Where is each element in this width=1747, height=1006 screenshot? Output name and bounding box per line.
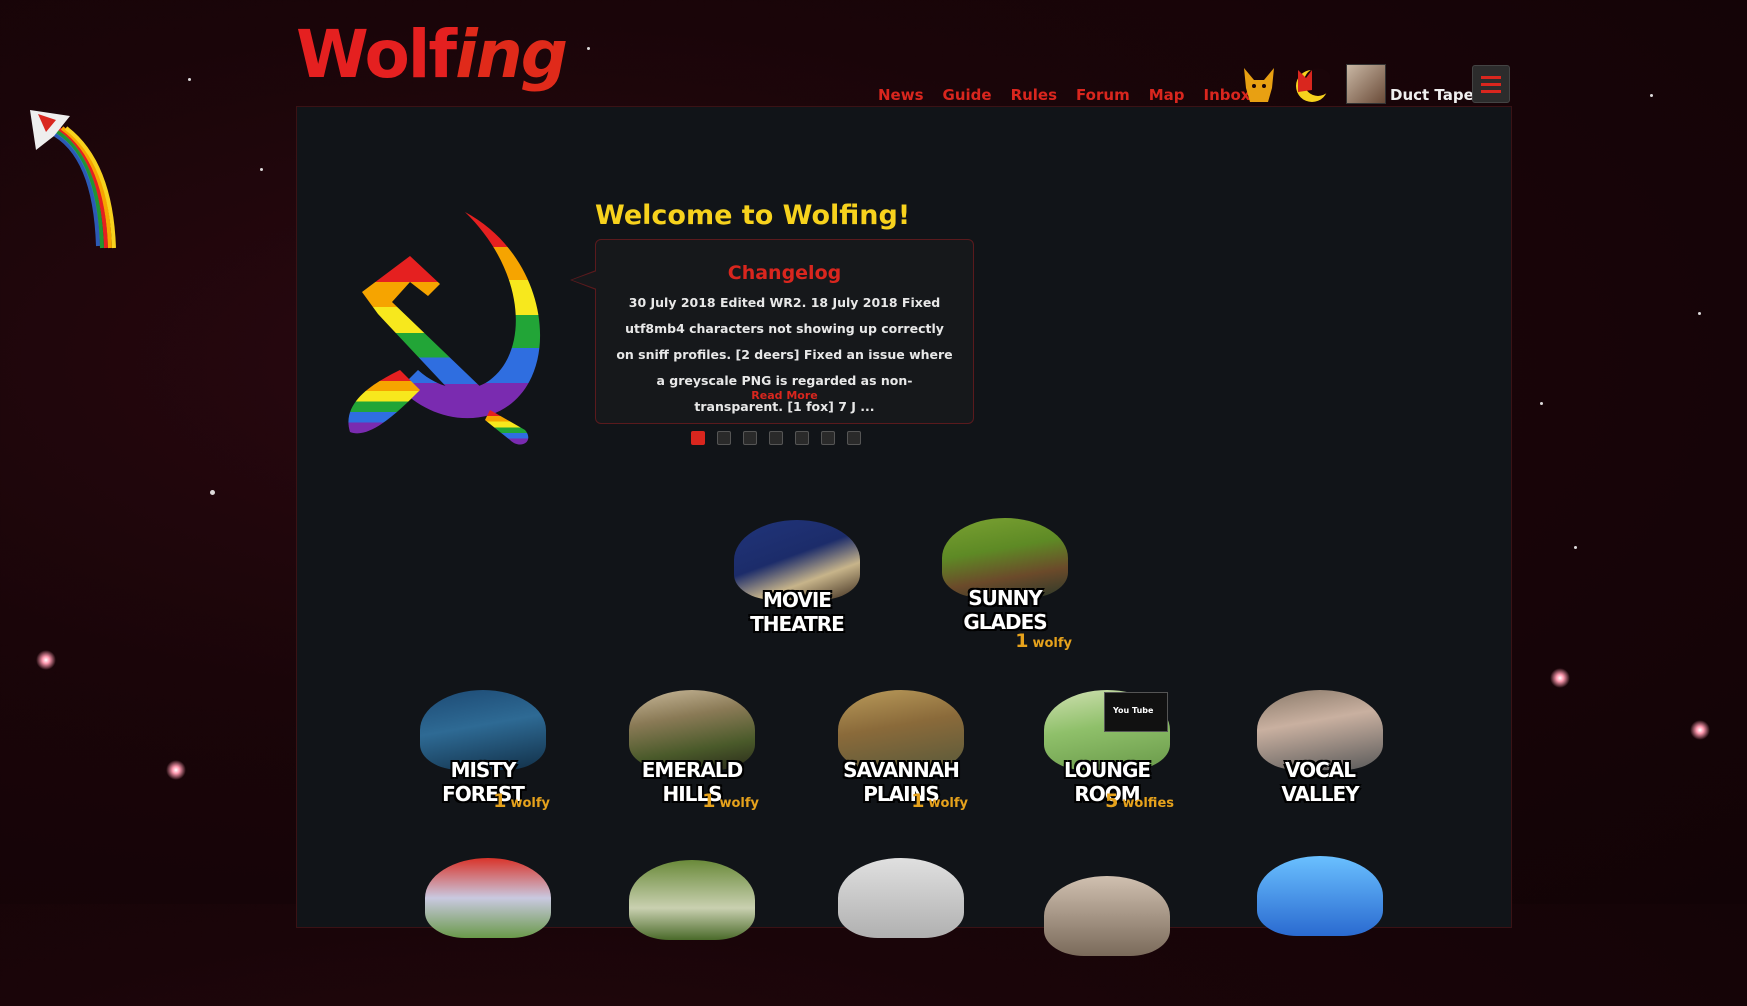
online-count-number: 1 [702,790,716,812]
nav-map[interactable]: Map [1149,86,1185,104]
online-count: 1 wolfy [1015,630,1072,652]
room-thumbnail [1257,856,1383,936]
online-count: 1 wolfy [911,790,968,812]
avatar[interactable] [1346,64,1386,104]
room-thumbnail [838,858,964,938]
room-name: SUNNY GLADES [963,586,1047,634]
room-vocal-valley[interactable]: VOCAL VALLEY [1245,690,1395,820]
room-house[interactable] [413,858,563,988]
online-count: 5 wolfies [1105,790,1174,812]
online-count: 1 wolfy [702,790,759,812]
online-count-unit: wolfy [719,796,759,811]
room-lounge-room[interactable]: You Tube LOUNGE ROOM 5 wolfies [1032,690,1182,820]
room-thumbnail [629,860,755,940]
carousel-dot[interactable] [691,431,705,445]
nav-forum[interactable]: Forum [1076,86,1130,104]
hamburger-menu-button[interactable] [1472,65,1510,103]
logo-text-ing: ing [455,16,568,93]
room-name: MOVIE THEATRE [750,588,845,636]
online-count-number: 1 [1015,630,1029,652]
welcome-title: Welcome to Wolfing! [595,200,911,231]
moon-wolf-icon[interactable] [1292,66,1330,104]
nav-news[interactable]: News [878,86,924,104]
online-count-unit: wolfy [510,796,550,811]
room-waterfall[interactable] [617,860,767,990]
online-count-number: 1 [493,790,507,812]
carousel-dots [691,431,861,445]
logo-text: Wolf [296,16,457,93]
carousel-dot[interactable] [821,431,835,445]
online-count-number: 5 [1105,790,1119,812]
fox-species-icon[interactable] [1240,66,1278,104]
room-youtube-lounge[interactable] [826,858,976,988]
rainbow-emblem-icon [348,212,541,445]
room-emerald-hills[interactable]: EMERALD HILLS 1 wolfy [617,690,767,820]
online-count-unit: wolfies [1122,796,1174,811]
carousel-dot[interactable] [717,431,731,445]
tv-screen: You Tube [1104,692,1168,732]
wolfing-logo[interactable]: Wolfing [296,22,568,88]
room-misty-forest[interactable]: MISTY FOREST 1 wolfy [408,690,558,820]
rocket-decoration [30,110,116,249]
main-nav: News Guide Rules Forum Map Inbox [878,86,1269,104]
room-thumbnail [425,858,551,938]
room-mountains[interactable] [1032,876,1182,1006]
changelog-bubble: Changelog 30 July 2018 Edited WR2. 18 Ju… [570,239,974,424]
nav-guide[interactable]: Guide [943,86,992,104]
read-more-link[interactable]: Read More [596,389,973,402]
carousel-dot[interactable] [795,431,809,445]
room-movie-theatre[interactable]: MOVIE THEATRE [722,520,872,650]
youtube-label: You Tube [1113,706,1154,715]
room-sunny-glades[interactable]: SUNNY GLADES 1 wolfy [930,518,1080,652]
room-thumbnail [1044,876,1170,956]
carousel-dot[interactable] [769,431,783,445]
username[interactable]: Duct Tape [1390,86,1474,104]
online-count: 1 wolfy [493,790,550,812]
room-name: VOCAL VALLEY [1281,758,1359,806]
room-crystal[interactable] [1245,856,1395,986]
nav-rules[interactable]: Rules [1011,86,1057,104]
carousel-dot[interactable] [847,431,861,445]
room-savannah-plains[interactable]: SAVANNAH PLAINS 1 wolfy [826,690,976,820]
online-count-unit: wolfy [1032,636,1072,651]
carousel-dot[interactable] [743,431,757,445]
online-count-number: 1 [911,790,925,812]
online-count-unit: wolfy [928,796,968,811]
changelog-title[interactable]: Changelog [596,262,973,284]
